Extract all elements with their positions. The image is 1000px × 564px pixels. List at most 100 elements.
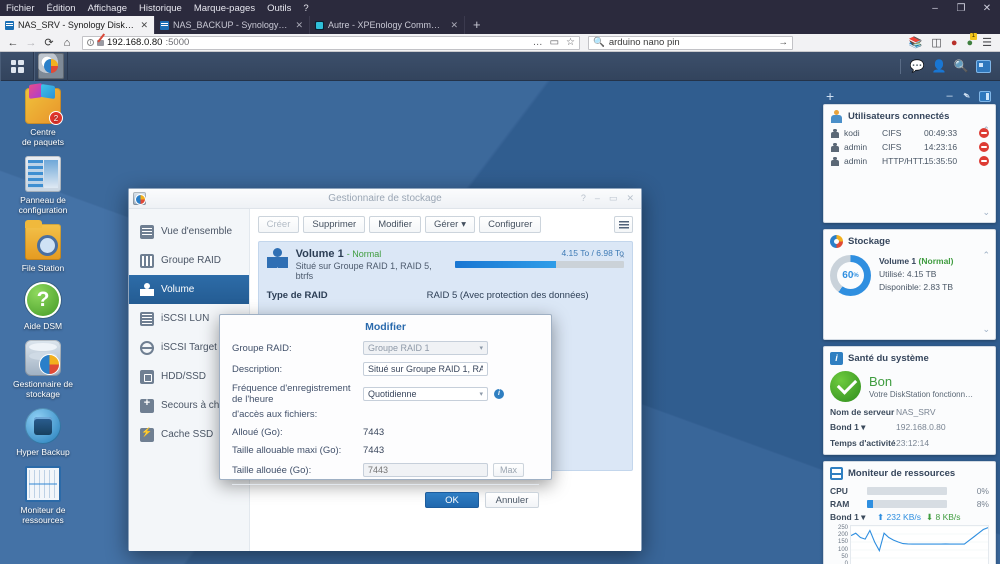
menu-edition[interactable]: Édition xyxy=(47,3,76,14)
storage-usage-donut: 60% xyxy=(830,255,871,296)
more-actions-icon[interactable]: … xyxy=(533,37,543,48)
max-button[interactable]: Max xyxy=(493,463,524,477)
menu-fichier[interactable]: Fichier xyxy=(6,3,35,14)
widget-panel: + – ✒ Utilisateurs connectés kodi CIFS 0… xyxy=(823,88,996,564)
max-allocatable-value: 7443 xyxy=(363,445,385,456)
user-name: kodi xyxy=(844,128,860,138)
desktop-icon-file-station[interactable]: File Station xyxy=(8,220,78,273)
maximize-button[interactable]: ❐ xyxy=(948,0,974,16)
widget-title: Moniteur de ressources xyxy=(848,468,956,479)
scroll-up-icon[interactable]: ⌃ xyxy=(982,250,990,261)
storage-manager-titlebar[interactable]: Gestionnaire de stockage ? – ▭ ✕ xyxy=(129,189,641,209)
delete-button[interactable]: Supprimer xyxy=(303,216,366,233)
maximize-icon[interactable]: ▭ xyxy=(609,193,618,204)
url-bar[interactable]: i 192.168.0.80:5000 … ▭ ☆ xyxy=(82,35,580,50)
minimize-button[interactable]: – xyxy=(922,0,948,16)
taskbar-storage-manager[interactable] xyxy=(34,52,68,81)
configure-button[interactable]: Configurer xyxy=(479,216,542,233)
desktop-icon-resource-monitor[interactable]: Moniteur de ressources xyxy=(8,466,78,525)
desktop-icon-storage-manager[interactable]: Gestionnaire de stockage xyxy=(8,340,78,399)
desktop-icon-label: Moniteur de ressources xyxy=(20,505,66,525)
tab-xpenology[interactable]: Autre - XPEnology Community ✕ xyxy=(310,16,465,34)
page-info-icon[interactable]: i xyxy=(87,39,94,46)
library-icon[interactable]: 📚 xyxy=(909,36,923,49)
bookmark-star-icon[interactable]: ☆ xyxy=(566,37,575,48)
sidebar-item-overview[interactable]: Vue d'ensemble xyxy=(129,217,249,246)
pin-icon[interactable]: ✒ xyxy=(959,89,972,103)
iscsi-target-icon xyxy=(140,340,154,355)
modify-button[interactable]: Modifier xyxy=(369,216,421,233)
close-icon[interactable]: ✕ xyxy=(295,20,303,31)
close-widgets-icon[interactable] xyxy=(979,90,991,102)
help-icon[interactable]: ? xyxy=(581,193,586,204)
frequency-select[interactable]: Quotidienne ▾ xyxy=(363,387,488,401)
scroll-up-icon[interactable]: ⌃ xyxy=(982,125,990,136)
desktop-icon-control-panel[interactable]: Panneau de configuration xyxy=(8,156,78,215)
new-tab-button[interactable]: + xyxy=(465,16,489,34)
desktop-icon-hyper-backup[interactable]: Hyper Backup xyxy=(8,408,78,457)
user-icon[interactable]: 👤 xyxy=(928,52,950,81)
forward-icon[interactable]: → xyxy=(22,35,40,51)
widgets-icon[interactable] xyxy=(972,52,994,81)
menu-outils[interactable]: Outils xyxy=(267,3,291,14)
info-icon[interactable]: i xyxy=(494,389,504,399)
storage-widget: Stockage 60% Volume 1 (Normal) Utilisé: … xyxy=(823,229,996,340)
search-go-icon[interactable]: → xyxy=(779,37,789,48)
health-row-bond[interactable]: Bond 1 ▾ 192.168.0.80 xyxy=(830,422,989,433)
network-row[interactable]: Bond 1 ▾ ⬆ 232 KB/s ⬇ 8 KB/s xyxy=(830,512,989,523)
sidebar-item-raid-group[interactable]: Groupe RAID xyxy=(129,246,249,275)
url-port: :5000 xyxy=(165,37,190,48)
reload-icon[interactable]: ⟳ xyxy=(40,35,58,51)
disconnect-icon[interactable] xyxy=(979,156,989,166)
raid-group-select[interactable]: Groupe RAID 1 ▾ xyxy=(363,341,488,355)
list-item[interactable]: kodi CIFS 00:49:33 xyxy=(824,126,995,140)
extension-badge: 1 xyxy=(969,32,978,40)
close-icon[interactable]: ✕ xyxy=(450,20,458,31)
menu-marque-pages[interactable]: Marque-pages xyxy=(194,3,255,14)
reader-view-icon[interactable]: ▭ xyxy=(550,37,559,48)
manage-button[interactable]: Gérer ▾ xyxy=(425,216,476,233)
notifications-icon[interactable]: 💬 xyxy=(906,52,928,81)
scroll-down-icon[interactable]: ⌄ xyxy=(982,207,990,218)
menu-historique[interactable]: Historique xyxy=(139,3,182,14)
description-input[interactable]: Situé sur Groupe RAID 1, RAID 5, btrfs xyxy=(363,362,488,376)
storage-available: Disponible: 2.83 TB xyxy=(879,282,954,292)
create-button[interactable]: Créer xyxy=(257,216,300,233)
list-item[interactable]: admin CIFS 14:23:16 xyxy=(824,140,995,154)
hamburger-menu-icon[interactable]: ☰ xyxy=(982,36,992,49)
search-bar[interactable]: 🔍 arduino nano pin → xyxy=(588,35,793,50)
sort-icon[interactable] xyxy=(614,216,633,233)
close-icon[interactable]: ✕ xyxy=(626,193,634,204)
disconnect-icon[interactable] xyxy=(979,142,989,152)
sidebar-icon[interactable]: ◫ xyxy=(931,36,941,49)
back-icon[interactable]: ← xyxy=(4,35,22,51)
crossed-lock-icon[interactable] xyxy=(97,38,104,47)
minimize-widgets-icon[interactable]: – xyxy=(946,90,952,102)
close-button[interactable]: ✕ xyxy=(974,0,1000,16)
collapse-chevron-icon[interactable]: ⌃ xyxy=(618,254,626,265)
minimize-icon[interactable]: – xyxy=(595,193,600,204)
tab-nas-backup[interactable]: NAS_BACKUP - Synology DiskS ✕ xyxy=(155,16,310,34)
sidebar-item-volume[interactable]: Volume xyxy=(129,275,249,304)
cancel-button[interactable]: Annuler xyxy=(485,492,539,508)
raid-type-row: Type de RAID RAID 5 (Avec protection des… xyxy=(267,290,624,301)
home-icon[interactable]: ⌂ xyxy=(58,35,76,51)
add-widget-button[interactable]: + xyxy=(826,89,834,103)
ublock-icon[interactable]: ● xyxy=(951,37,958,49)
desktop-icon-package-center[interactable]: 2 Centre de paquets xyxy=(8,88,78,147)
search-icon[interactable]: 🔍 xyxy=(950,52,972,81)
menu-affichage[interactable]: Affichage xyxy=(88,3,127,14)
menu-aide[interactable]: ? xyxy=(303,3,308,14)
extension-icon[interactable]: ● 1 xyxy=(966,32,978,49)
ok-button[interactable]: OK xyxy=(425,492,479,508)
list-item[interactable]: admin HTTP/HTT... 15:35:50 xyxy=(824,154,995,168)
scroll-down-icon[interactable]: ⌄ xyxy=(982,324,990,335)
desktop-icon-list: 2 Centre de paquets Panneau de configura… xyxy=(8,88,78,534)
search-input[interactable]: arduino nano pin xyxy=(609,37,680,48)
apps-grid-button[interactable] xyxy=(0,52,34,81)
row-value: NAS_SRV xyxy=(896,407,936,417)
allocated-size-input[interactable] xyxy=(363,463,488,477)
close-icon[interactable]: ✕ xyxy=(140,20,148,31)
tab-nas-srv[interactable]: NAS_SRV - Synology DiskStation ✕ xyxy=(0,16,155,34)
desktop-icon-dsm-help[interactable]: ? Aide DSM xyxy=(8,282,78,331)
